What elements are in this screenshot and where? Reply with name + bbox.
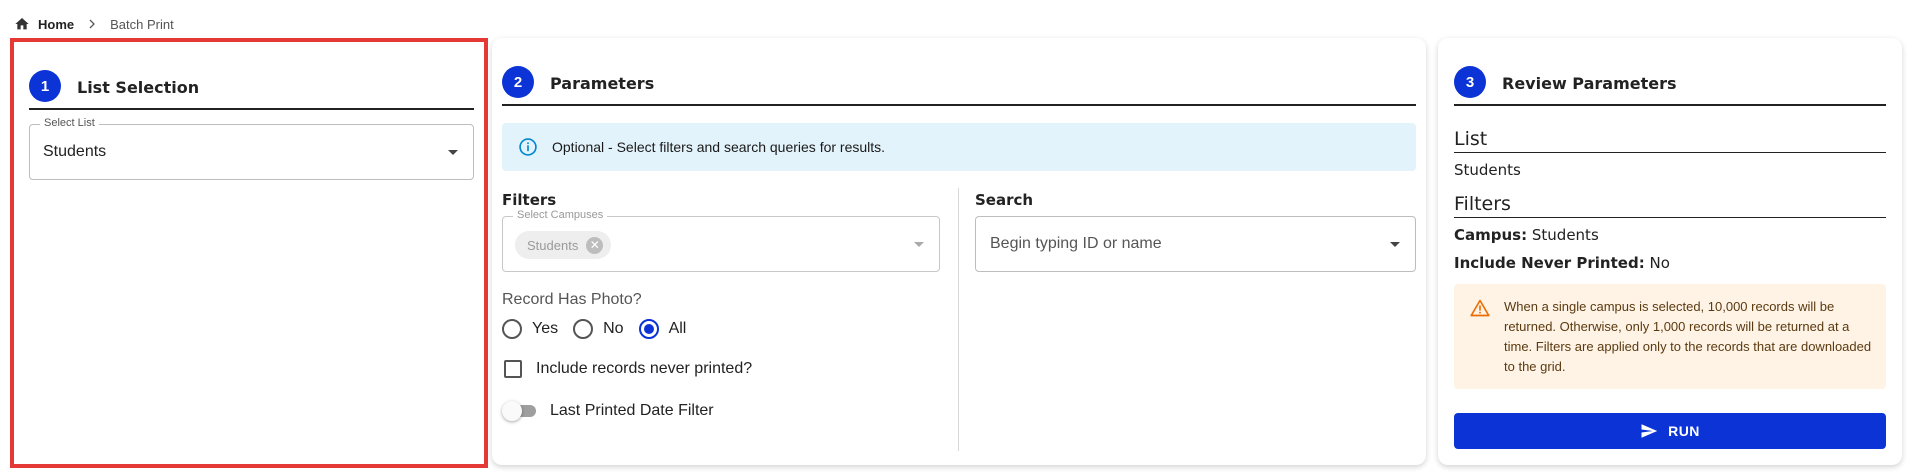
campus-select-label: Select Campuses: [513, 209, 608, 221]
review-never-printed-line: Include Never Printed: No: [1454, 254, 1670, 272]
radio-all[interactable]: All: [638, 319, 687, 339]
home-icon[interactable]: [14, 16, 30, 32]
breadcrumb-current: Batch Print: [110, 16, 174, 32]
breadcrumb: Home Batch Print: [14, 15, 174, 33]
info-banner: Optional - Select filters and search que…: [502, 123, 1416, 171]
chip-remove-icon[interactable]: ✕: [586, 236, 604, 254]
select-list-dropdown[interactable]: Select List Students: [29, 117, 474, 180]
caret-down-icon[interactable]: [914, 242, 924, 247]
warning-alert: When a single campus is selected, 10,000…: [1454, 284, 1886, 389]
radio-label: All: [668, 320, 687, 337]
step-header-parameters: 2 Parameters: [502, 66, 1416, 106]
review-campus-key: Campus:: [1454, 226, 1528, 244]
step-title: Parameters: [550, 74, 655, 93]
record-has-photo-label: Record Has Photo?: [502, 291, 642, 308]
step-number-badge: 1: [29, 70, 61, 102]
step-title: Review Parameters: [1502, 74, 1677, 93]
info-text: Optional - Select filters and search que…: [552, 139, 886, 155]
search-autocomplete[interactable]: Begin typing ID or name: [975, 216, 1416, 272]
column-divider: [958, 188, 959, 451]
review-list-value: Students: [1454, 161, 1521, 179]
checkbox-box[interactable]: [504, 360, 522, 378]
info-icon: [518, 137, 538, 157]
parameters-panel: 2 Parameters Optional - Select filters a…: [492, 38, 1426, 465]
review-campus-value: Students: [1531, 226, 1599, 244]
toggle-thumb[interactable]: [502, 401, 522, 421]
send-icon: [1640, 422, 1658, 440]
filters-heading: Filters: [502, 191, 557, 209]
step-title: List Selection: [77, 78, 200, 97]
radio-circle[interactable]: [573, 319, 594, 339]
breadcrumb-home[interactable]: Home: [38, 17, 74, 32]
select-list-label: Select List: [40, 117, 99, 129]
radio-circle[interactable]: [502, 319, 522, 339]
search-input[interactable]: Begin typing ID or name: [990, 235, 1162, 253]
radio-label: No: [603, 320, 624, 337]
search-heading: Search: [975, 191, 1034, 209]
radio-circle-selected[interactable]: [638, 319, 659, 339]
step-header-list-selection: 1 List Selection: [29, 70, 474, 110]
toggle-label: Last Printed Date Filter: [550, 402, 714, 419]
toggle-switch[interactable]: [502, 401, 536, 421]
step-number-badge: 2: [502, 66, 534, 98]
list-selection-panel: 1 List Selection Select List Students: [10, 38, 488, 468]
run-button-label: RUN: [1668, 423, 1700, 439]
review-parameters-panel: 3 Review Parameters List Students Filter…: [1438, 38, 1902, 465]
radio-yes[interactable]: Yes: [502, 319, 558, 339]
include-never-printed-checkbox[interactable]: Include records never printed?: [504, 360, 752, 378]
review-list-heading: List: [1454, 128, 1886, 153]
warning-icon: [1470, 298, 1490, 318]
campus-select[interactable]: Select Campuses Students ✕: [502, 209, 940, 272]
chevron-right-icon: [86, 18, 98, 30]
caret-down-icon[interactable]: [1390, 242, 1400, 247]
radio-label: Yes: [532, 320, 559, 337]
run-button[interactable]: RUN: [1454, 413, 1886, 449]
warning-text: When a single campus is selected, 10,000…: [1504, 299, 1872, 374]
caret-down-icon[interactable]: [448, 150, 458, 155]
review-never-value: No: [1649, 254, 1670, 272]
checkbox-label: Include records never printed?: [536, 360, 753, 377]
review-filters-heading: Filters: [1454, 193, 1886, 218]
step-number-badge: 3: [1454, 66, 1486, 98]
select-list-value: Students: [43, 143, 107, 160]
radio-no[interactable]: No: [573, 319, 624, 339]
record-has-photo-radio-group: Yes No All: [502, 319, 701, 339]
review-never-key: Include Never Printed:: [1454, 254, 1645, 272]
campus-chip: Students ✕: [515, 231, 612, 259]
last-printed-date-toggle[interactable]: Last Printed Date Filter: [502, 401, 714, 421]
step-header-review: 3 Review Parameters: [1454, 66, 1886, 106]
review-campus-line: Campus: Students: [1454, 226, 1599, 244]
campus-chip-label: Students: [527, 237, 579, 253]
